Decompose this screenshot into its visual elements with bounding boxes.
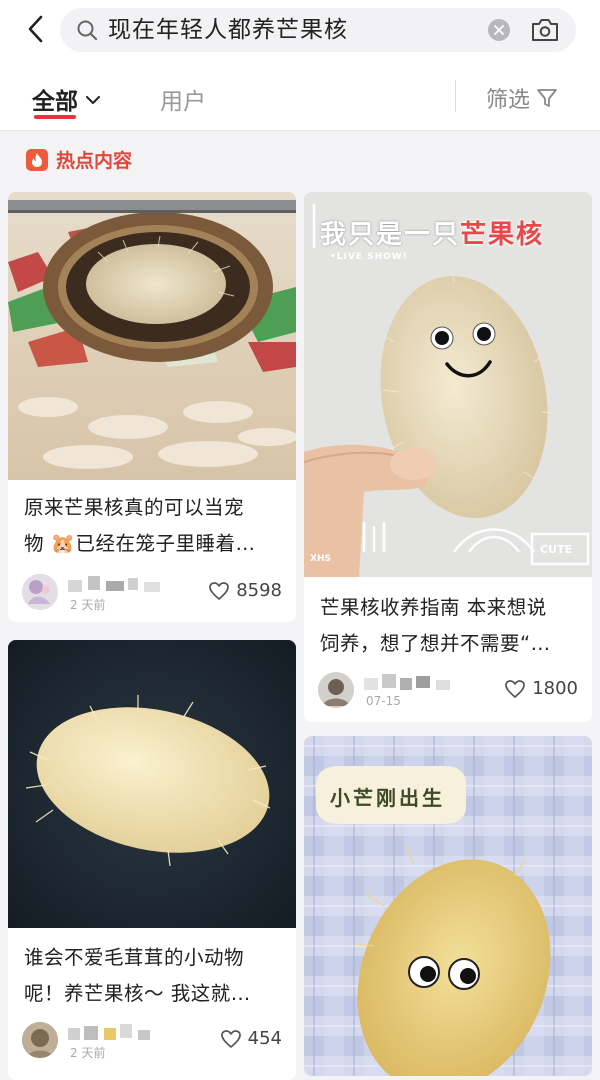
note-title-line: 饲养，想了想并不需要“…: [320, 632, 551, 655]
overlay-text-a: 我只是一只: [320, 220, 461, 250]
note-meta: 2 天前 454: [22, 1022, 282, 1062]
tab-bar: 全部 用户 筛选: [0, 62, 600, 131]
avatar[interactable]: [22, 574, 58, 610]
note-cover-image: 我只是一只芒果核 •LIVE SHOW! XHS CUTE: [304, 192, 592, 577]
cover-overlay-badge-a: XHS: [310, 554, 331, 564]
note-cover-image: [8, 192, 296, 480]
note-card[interactable]: 谁会不爱毛茸茸的小动物 呢！养芒果核～ 我这就… 2 天前 454: [8, 640, 296, 1080]
search-box[interactable]: 现在年轻人都养芒果核: [60, 8, 576, 52]
like-count: 1800: [532, 678, 578, 699]
flame-icon: [26, 148, 48, 171]
avatar[interactable]: [22, 1022, 58, 1058]
cover-overlay-title: 小芒刚出生: [330, 786, 445, 810]
tab-users[interactable]: 用户: [160, 82, 206, 116]
cover-overlay-badge-b: CUTE: [540, 543, 573, 556]
heart-icon: [505, 679, 526, 698]
heart-icon: [220, 1029, 241, 1048]
avatar[interactable]: [318, 672, 354, 708]
overlay-text-b: 芒果核: [460, 220, 545, 250]
note-title-line: 原来芒果核真的可以当宠: [24, 496, 245, 519]
search-icon: [77, 20, 98, 41]
active-tab-indicator: [34, 115, 76, 119]
note-timestamp: 2 天前: [70, 598, 106, 612]
camera-search-icon[interactable]: [530, 17, 560, 43]
note-title: 芒果核收养指南 本来想说 饲养，想了想并不需要“…: [320, 590, 582, 662]
tab-all[interactable]: 全部: [32, 82, 100, 116]
note-cover-image: [8, 640, 296, 928]
note-meta: 07-15 1800: [318, 672, 578, 712]
back-button[interactable]: [18, 12, 52, 46]
cover-overlay-subtitle: •LIVE SHOW!: [330, 252, 408, 262]
username-pixelated[interactable]: [68, 1024, 178, 1044]
funnel-icon: [537, 89, 557, 107]
tab-divider: [455, 80, 456, 112]
note-title-line: 芒果核收养指南 本来想说: [320, 596, 547, 619]
like-button[interactable]: 454: [220, 1028, 282, 1049]
note-card[interactable]: 我只是一只芒果核 •LIVE SHOW! XHS CUTE 芒果核收养指南 本来…: [304, 192, 592, 722]
heart-icon: [209, 581, 230, 600]
like-button[interactable]: 8598: [208, 580, 282, 601]
username-pixelated[interactable]: [364, 674, 474, 694]
tab-all-label: 全部: [32, 89, 78, 115]
note-cover-image: 小芒刚出生: [304, 736, 592, 1076]
note-card[interactable]: 小芒刚出生: [304, 736, 592, 1076]
note-title: 原来芒果核真的可以当宠 物 🐹已经在笼子里睡着…: [24, 490, 286, 562]
like-count: 454: [247, 1028, 282, 1049]
clear-icon: [494, 25, 504, 35]
hot-section-label: 热点内容: [56, 150, 133, 172]
note-title: 谁会不爱毛茸茸的小动物 呢！养芒果核～ 我这就…: [24, 940, 286, 1012]
note-card[interactable]: 原来芒果核真的可以当宠 物 🐹已经在笼子里睡着… 2 天前 8598: [8, 192, 296, 622]
note-title-line: 呢！养芒果核～ 我这就…: [24, 982, 251, 1005]
search-input[interactable]: 现在年轻人都养芒果核: [108, 16, 348, 44]
hot-section-header: 热点内容: [26, 146, 132, 173]
username-pixelated[interactable]: [68, 576, 178, 596]
filter-label: 筛选: [486, 88, 531, 113]
back-arrow-icon: [28, 15, 43, 43]
clear-search-button[interactable]: [488, 19, 510, 41]
note-title-line: 谁会不爱毛茸茸的小动物: [24, 946, 245, 969]
chevron-down-icon: [86, 95, 100, 104]
filter-button[interactable]: 筛选: [486, 82, 558, 114]
note-meta: 2 天前 8598: [22, 574, 282, 614]
like-count: 8598: [236, 580, 282, 601]
cover-overlay-title: 我只是一只芒果核: [320, 214, 544, 251]
top-bar: 现在年轻人都养芒果核: [0, 0, 600, 62]
note-timestamp: 07-15: [366, 694, 401, 708]
note-timestamp: 2 天前: [70, 1046, 106, 1060]
note-title-line: 物 🐹已经在笼子里睡着…: [24, 532, 256, 555]
like-button[interactable]: 1800: [504, 678, 578, 699]
